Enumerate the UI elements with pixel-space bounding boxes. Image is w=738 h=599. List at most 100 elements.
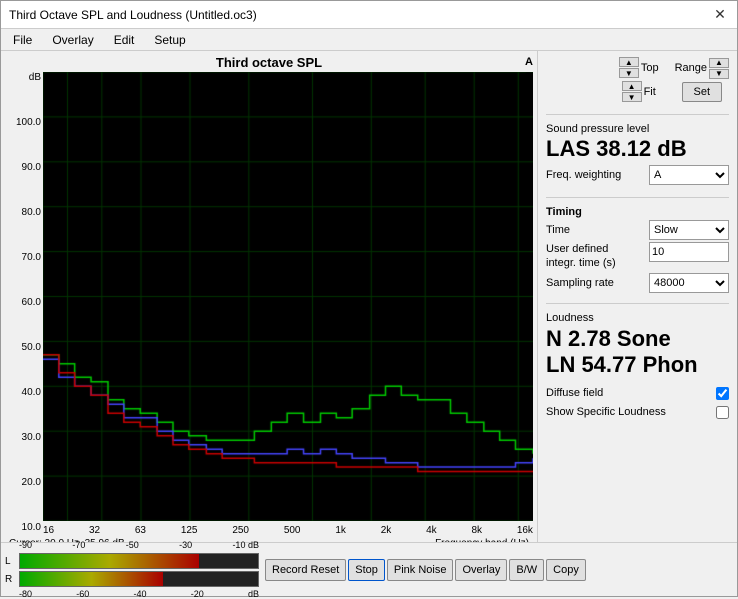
menu-overlay[interactable]: Overlay [48,32,97,48]
top-label: Top [641,62,659,74]
y-tick-7: 30.0 [22,432,41,443]
record-reset-button[interactable]: Record Reset [265,559,346,581]
meter-bottom-labels: -80 -60 -40 -20 dB [19,589,259,599]
range-down-button[interactable]: ▼ [709,69,729,79]
meter-label-db: dB [248,589,259,599]
spl-section-title: Sound pressure level [546,123,729,135]
fit-up-button[interactable]: ▲ [622,81,642,91]
time-row: Time Slow Fast Impulse [546,220,729,240]
y-tick-1: 90.0 [22,162,41,173]
range-controls: ▲ ▼ Top ▲ ▼ Fit Range [546,57,729,102]
x-tick-3: 125 [181,525,198,536]
bottom-bar: -90 -70 -50 -30 -10 dB L R [1,542,737,596]
time-select[interactable]: Slow Fast Impulse [649,220,729,240]
diffuse-field-label: Diffuse field [546,387,603,399]
user-defined-row: User definedintegr. time (s) [546,242,729,271]
show-specific-row: Show Specific Loudness [546,406,729,419]
side-panel: ▲ ▼ Top ▲ ▼ Fit Range [537,51,737,542]
time-label: Time [546,224,570,236]
chart-side-label: ARTA [525,55,533,117]
range-up-button[interactable]: ▲ [709,58,729,68]
y-label-db: dB [29,72,41,83]
sampling-rate-label: Sampling rate [546,277,614,289]
loudness-section-title: Loudness [546,312,729,324]
menu-bar: File Overlay Edit Setup [1,29,737,51]
x-tick-9: 8k [471,525,482,536]
bw-button[interactable]: B/W [509,559,544,581]
loudness-n-value: N 2.78 Sone [546,326,729,352]
meter-l-row: L [5,553,259,569]
meter-r-bar [19,571,259,587]
fit-label: Fit [644,86,656,98]
x-tick-4: 250 [232,525,249,536]
level-meters: -90 -70 -50 -30 -10 dB L R [5,540,259,599]
x-tick-0: 16 [43,525,54,536]
meter-label-neg20: -20 [191,589,204,599]
show-specific-label: Show Specific Loudness [546,406,666,418]
spl-section: Sound pressure level LAS 38.12 dB [546,123,729,161]
divider-2 [546,197,729,198]
y-tick-8: 20.0 [22,477,41,488]
y-tick-9: 10.0 [22,522,41,533]
top-control-group: ▲ ▼ Top ▲ ▼ Fit [619,57,659,102]
x-tick-6: 1k [335,525,346,536]
meter-label-neg40: -40 [133,589,146,599]
chart-plot-area: 16 32 63 125 250 500 1k 2k 4k 8k 16k [43,72,533,537]
meter-label-neg70: -70 [72,540,85,550]
freq-weighting-label: Freq. weighting [546,169,621,181]
chart-area: Third octave SPL ARTA dB 100.0 90.0 80.0… [1,51,537,542]
diffuse-field-row: Diffuse field [546,387,729,400]
y-tick-5: 50.0 [22,342,41,353]
x-tick-2: 63 [135,525,146,536]
pink-noise-button[interactable]: Pink Noise [387,559,454,581]
menu-edit[interactable]: Edit [110,32,139,48]
x-tick-10: 16k [517,525,533,536]
x-axis: 16 32 63 125 250 500 1k 2k 4k 8k 16k [43,523,533,537]
action-buttons: Record Reset Stop Pink Noise Overlay B/W… [265,559,586,581]
freq-weighting-select[interactable]: A B C Z [649,165,729,185]
chart-canvas [43,72,533,521]
stop-button[interactable]: Stop [348,559,385,581]
title-bar: Third Octave SPL and Loudness (Untitled.… [1,1,737,29]
chart-wrapper: dB 100.0 90.0 80.0 70.0 60.0 50.0 40.0 3… [5,72,533,537]
meter-labels-top-row: -90 -70 -50 -30 -10 dB [5,540,259,550]
meter-label-neg80: -80 [19,589,32,599]
show-specific-checkbox[interactable] [716,406,729,419]
user-defined-input[interactable] [649,242,729,262]
range-control-group: Range ▲ ▼ Set [675,58,729,102]
range-label: Range [675,62,707,74]
close-button[interactable]: ✕ [711,6,729,24]
freq-weighting-row: Freq. weighting A B C Z [546,165,729,185]
meter-label-neg50: -50 [126,540,139,550]
fit-down-button[interactable]: ▼ [622,92,642,102]
main-content: Third octave SPL ARTA dB 100.0 90.0 80.0… [1,51,737,542]
meter-l-bar [19,553,259,569]
overlay-button[interactable]: Overlay [455,559,507,581]
copy-button[interactable]: Copy [546,559,586,581]
menu-setup[interactable]: Setup [150,32,189,48]
chart-title: Third octave SPL [216,55,322,70]
meter-label-neg60: -60 [76,589,89,599]
meter-labels-bottom-row: -80 -60 -40 -20 dB [5,589,259,599]
meter-top-labels: -90 -70 -50 -30 -10 dB [19,540,259,550]
window-title: Third Octave SPL and Loudness (Untitled.… [9,8,257,22]
y-tick-2: 80.0 [22,207,41,218]
x-tick-8: 4k [426,525,437,536]
meter-r-ch: R [5,574,17,585]
diffuse-field-checkbox[interactable] [716,387,729,400]
top-up-button[interactable]: ▲ [619,57,639,67]
main-window: Third Octave SPL and Loudness (Untitled.… [0,0,738,597]
top-down-button[interactable]: ▼ [619,68,639,78]
x-tick-7: 2k [381,525,392,536]
meter-r-row: R [5,571,259,587]
y-axis: dB 100.0 90.0 80.0 70.0 60.0 50.0 40.0 3… [5,72,43,537]
timing-section-title: Timing [546,206,729,218]
timing-section: Timing Time Slow Fast Impulse User defin… [546,206,729,295]
set-button[interactable]: Set [682,82,722,102]
y-tick-6: 40.0 [22,387,41,398]
sampling-rate-select[interactable]: 48000 44100 96000 [649,273,729,293]
menu-file[interactable]: File [9,32,36,48]
x-tick-1: 32 [89,525,100,536]
meter-label-neg90: -90 [19,540,32,550]
user-defined-label: User definedintegr. time (s) [546,242,616,271]
